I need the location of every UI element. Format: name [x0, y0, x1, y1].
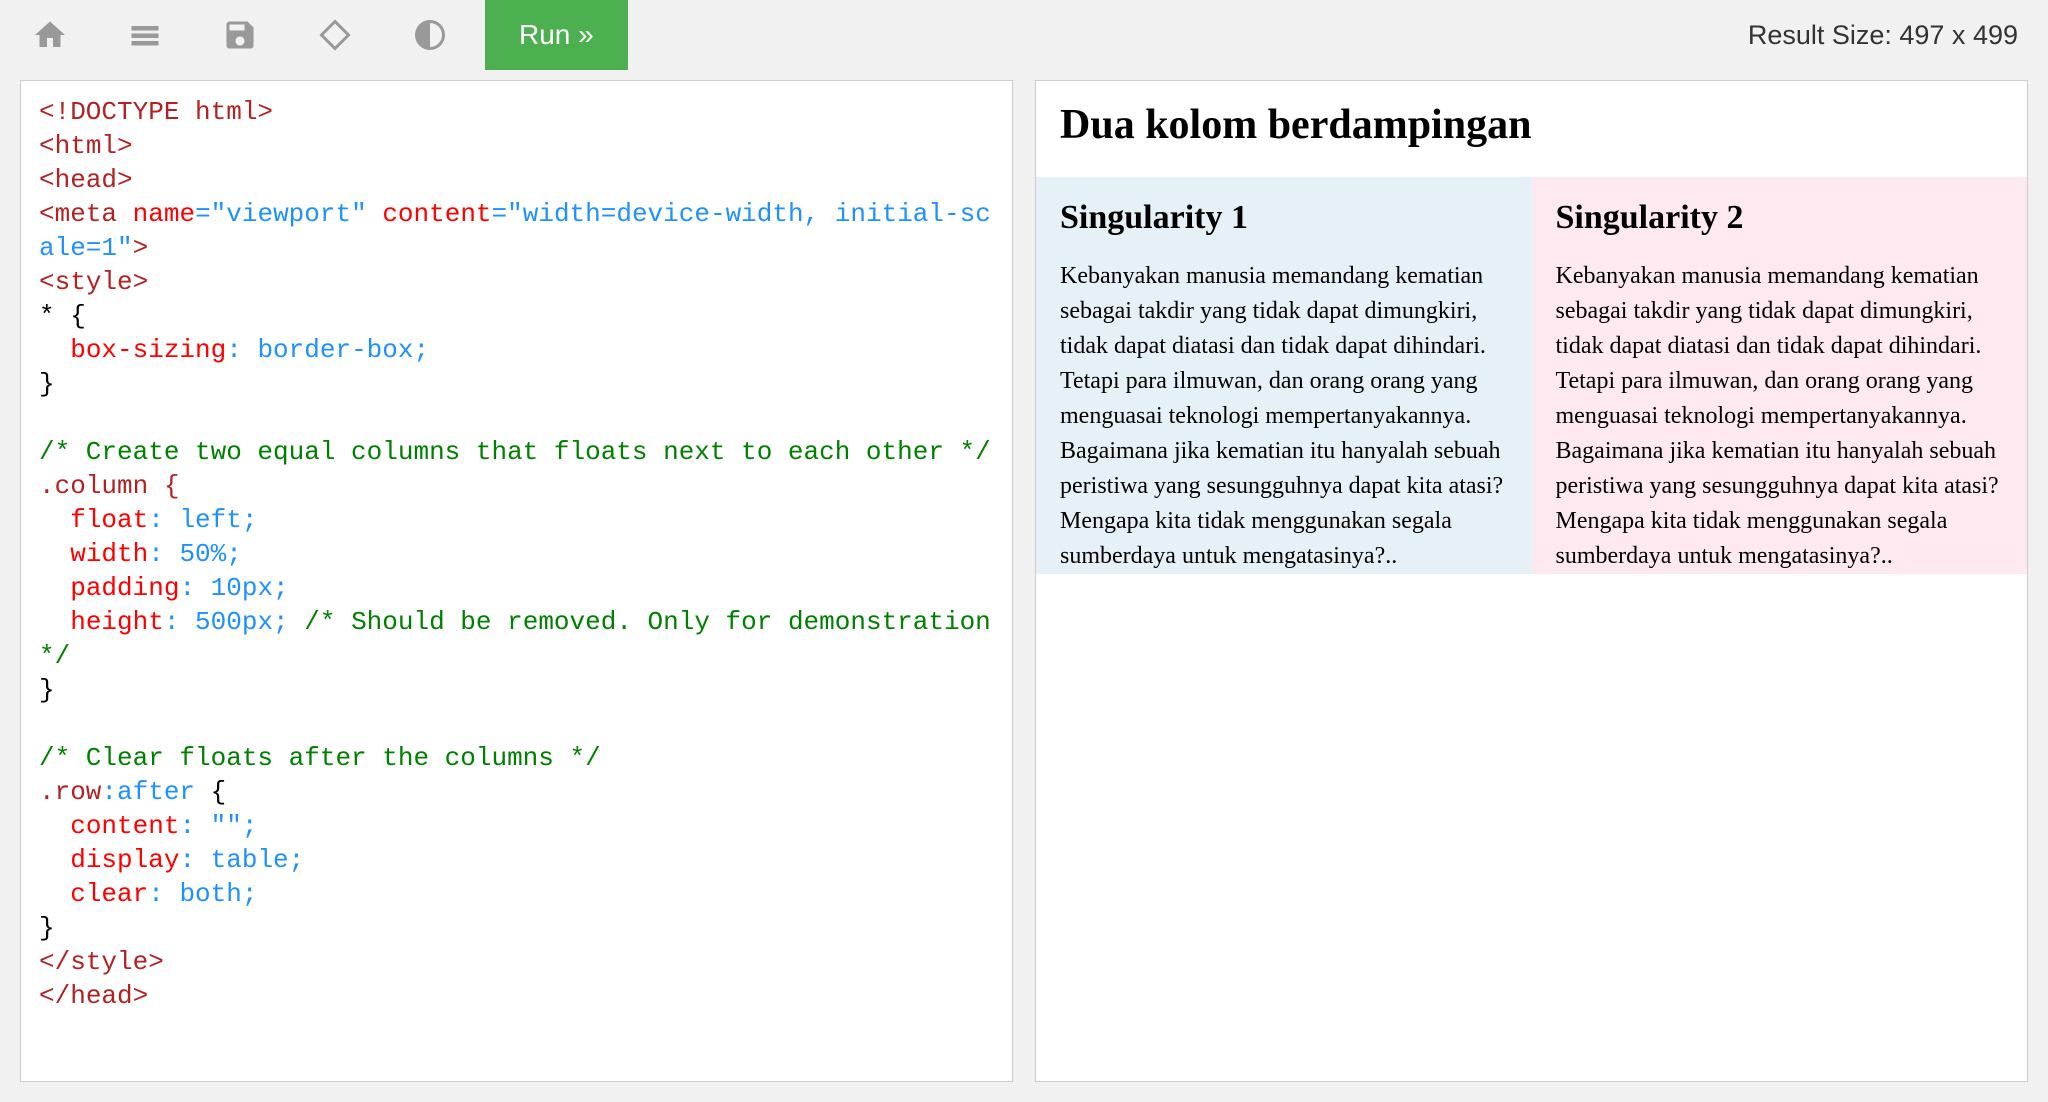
tag: <head>	[39, 165, 133, 195]
css: * { box-sizing: border-box; } /* Create …	[39, 301, 1006, 943]
code-pane[interactable]: <!DOCTYPE html> <html> <head> <meta name…	[20, 80, 1013, 1082]
column-2: Singularity 2 Kebanyakan manusia memanda…	[1532, 177, 2028, 574]
result-size-label: Result Size: 497 x 499	[1748, 20, 2018, 51]
run-label: Run »	[519, 19, 594, 51]
home-icon[interactable]	[20, 5, 80, 65]
tag: </style>	[39, 947, 164, 977]
tag: </head>	[39, 981, 148, 1011]
preview: Dua kolom berdampingan Singularity 1 Keb…	[1036, 81, 2027, 574]
row: Singularity 1 Kebanyakan manusia memanda…	[1036, 177, 2027, 574]
code-editor[interactable]: <!DOCTYPE html> <html> <head> <meta name…	[21, 81, 1012, 1027]
column-2-text: Kebanyakan manusia memandang kematian se…	[1556, 259, 2004, 574]
run-button[interactable]: Run »	[485, 0, 628, 70]
contrast-icon[interactable]	[400, 5, 460, 65]
rotate-icon[interactable]	[305, 5, 365, 65]
tag: <html>	[39, 131, 133, 161]
menu-icon[interactable]	[115, 5, 175, 65]
save-icon[interactable]	[210, 5, 270, 65]
tag: <meta name="viewport" content="width=dev…	[39, 199, 991, 263]
column-2-title: Singularity 2	[1556, 199, 2004, 237]
column-1: Singularity 1 Kebanyakan manusia memanda…	[1036, 177, 1532, 574]
toolbar: Run » Result Size: 497 x 499	[0, 0, 2048, 70]
page-title: Dua kolom berdampingan	[1060, 101, 2003, 149]
column-1-text: Kebanyakan manusia memandang kematian se…	[1060, 259, 1508, 574]
result-pane: Dua kolom berdampingan Singularity 1 Keb…	[1035, 80, 2028, 1082]
main-panes: <!DOCTYPE html> <html> <head> <meta name…	[0, 70, 2048, 1102]
doctype: <!DOCTYPE html>	[39, 97, 273, 127]
column-1-title: Singularity 1	[1060, 199, 1508, 237]
tag: <style>	[39, 267, 148, 297]
